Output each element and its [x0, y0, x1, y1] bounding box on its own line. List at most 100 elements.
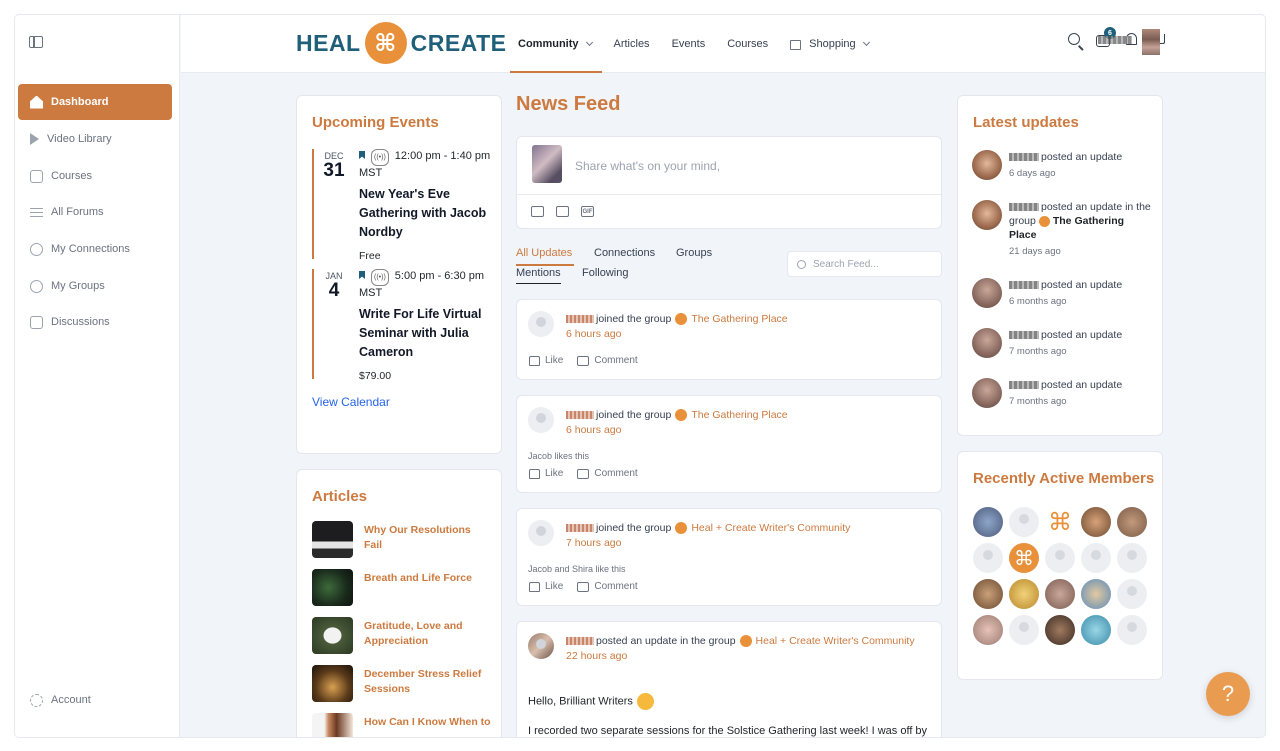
- avatar[interactable]: [972, 150, 1002, 180]
- sidebar-item-discussions[interactable]: Discussions: [18, 304, 172, 340]
- member-avatar[interactable]: [1081, 579, 1111, 609]
- member-avatar[interactable]: [1045, 579, 1075, 609]
- member-avatar[interactable]: [1117, 615, 1147, 645]
- member-avatar[interactable]: [1009, 579, 1039, 609]
- likes-summary[interactable]: Jacob likes this: [528, 451, 589, 461]
- composer-placeholder[interactable]: Share what's on your mind,: [575, 159, 720, 173]
- update-item[interactable]: posted an update 7 months ago: [972, 378, 1152, 418]
- member-avatar[interactable]: [973, 579, 1003, 609]
- tab-connections[interactable]: Connections: [594, 247, 655, 259]
- sidebar-item-dashboard[interactable]: Dashboard: [18, 84, 172, 120]
- user-name[interactable]: [1098, 36, 1132, 44]
- avatar[interactable]: [528, 311, 554, 337]
- nav-events[interactable]: Events: [672, 15, 706, 73]
- user-name[interactable]: [566, 637, 594, 646]
- user-name[interactable]: [1009, 153, 1039, 162]
- member-avatar[interactable]: [1081, 507, 1111, 537]
- update-time[interactable]: 21 days ago: [1009, 245, 1152, 259]
- event-item[interactable]: ((•)) 5:00 pm - 6:30 pm MST Write For Lif…: [359, 269, 491, 382]
- avatar[interactable]: [528, 407, 554, 433]
- member-avatar[interactable]: [1045, 543, 1075, 573]
- sidebar-toggle-icon[interactable]: [29, 36, 43, 48]
- nav-articles[interactable]: Articles: [614, 15, 650, 73]
- event-item[interactable]: ((•)) 12:00 pm - 1:40 pm MST New Year's E…: [359, 149, 491, 262]
- post-composer[interactable]: Share what's on your mind, GIF: [516, 136, 942, 229]
- update-item[interactable]: posted an update 7 months ago: [972, 328, 1152, 368]
- member-avatar[interactable]: [1117, 579, 1147, 609]
- like-button[interactable]: Like: [529, 581, 563, 592]
- comment-button[interactable]: Comment: [577, 468, 638, 479]
- update-time[interactable]: 6 months ago: [1009, 295, 1152, 309]
- update-item[interactable]: posted an update 6 months ago: [972, 278, 1152, 318]
- user-name[interactable]: [1009, 331, 1039, 340]
- article-item[interactable]: Breath and Life Force: [312, 569, 491, 609]
- likes-summary[interactable]: Jacob and Shira like this: [528, 564, 626, 574]
- sidebar-item-my-groups[interactable]: My Groups: [18, 268, 172, 304]
- nav-community[interactable]: Community: [510, 15, 601, 73]
- group-link[interactable]: The Gathering Place: [691, 313, 787, 325]
- event-title[interactable]: New Year's Eve Gathering with Jacob Nord…: [359, 185, 491, 242]
- member-avatar[interactable]: [1117, 507, 1147, 537]
- member-avatar[interactable]: [1009, 507, 1039, 537]
- event-title[interactable]: Write For Life Virtual Seminar with Juli…: [359, 305, 491, 362]
- user-name[interactable]: [566, 411, 594, 420]
- user-name[interactable]: [1009, 203, 1039, 212]
- avatar[interactable]: [972, 378, 1002, 408]
- view-calendar-link[interactable]: View Calendar: [312, 395, 390, 409]
- update-item[interactable]: posted an update in the group The Gatheri…: [972, 200, 1152, 257]
- comment-button[interactable]: Comment: [577, 581, 638, 592]
- update-item[interactable]: posted an update 6 days ago: [972, 150, 1152, 190]
- nav-shopping[interactable]: Shopping: [790, 15, 870, 73]
- sidebar-item-video-library[interactable]: Video Library: [18, 121, 172, 157]
- update-time[interactable]: 7 months ago: [1009, 345, 1152, 359]
- tab-groups[interactable]: Groups: [676, 247, 712, 259]
- article-item[interactable]: December Stress Relief Sessions: [312, 665, 491, 705]
- member-avatar[interactable]: [973, 507, 1003, 537]
- group-link[interactable]: Heal + Create Writer's Community: [756, 635, 915, 647]
- user-name[interactable]: [566, 315, 594, 324]
- update-time[interactable]: 7 months ago: [1009, 395, 1152, 409]
- member-avatar[interactable]: [1081, 615, 1111, 645]
- search-feed-input[interactable]: Search Feed...: [787, 251, 942, 277]
- member-avatar[interactable]: [973, 615, 1003, 645]
- update-time[interactable]: 6 days ago: [1009, 167, 1152, 181]
- avatar[interactable]: [972, 328, 1002, 358]
- avatar[interactable]: [972, 200, 1002, 230]
- like-button[interactable]: Like: [529, 468, 563, 479]
- article-item[interactable]: How Can I Know When to: [312, 713, 491, 737]
- member-avatar[interactable]: [1117, 543, 1147, 573]
- post-time[interactable]: 6 hours ago: [566, 424, 621, 436]
- tab-mentions[interactable]: Mentions: [516, 267, 561, 284]
- gif-icon[interactable]: GIF: [581, 206, 594, 217]
- group-link[interactable]: Heal + Create Writer's Community: [691, 522, 850, 534]
- avatar[interactable]: [528, 520, 554, 546]
- user-name[interactable]: [1009, 381, 1039, 390]
- member-avatar[interactable]: ⌘: [1009, 543, 1039, 573]
- article-item[interactable]: Gratitude, Love and Appreciation: [312, 617, 491, 657]
- member-avatar[interactable]: [1009, 615, 1039, 645]
- tab-all-updates[interactable]: All Updates: [516, 247, 575, 266]
- sidebar-item-all-forums[interactable]: All Forums: [18, 194, 172, 230]
- camera-icon[interactable]: [531, 206, 544, 217]
- sidebar-item-courses[interactable]: Courses: [18, 158, 172, 194]
- search-icon[interactable]: [1068, 33, 1080, 45]
- member-avatar[interactable]: [1045, 615, 1075, 645]
- user-name[interactable]: [1009, 281, 1039, 290]
- attachment-icon[interactable]: [556, 206, 569, 217]
- post-time[interactable]: 22 hours ago: [566, 650, 627, 662]
- sidebar-item-account[interactable]: Account: [18, 682, 172, 718]
- member-avatar[interactable]: [973, 543, 1003, 573]
- post-time[interactable]: 7 hours ago: [566, 537, 621, 549]
- avatar[interactable]: [528, 633, 554, 659]
- help-button[interactable]: ?: [1206, 672, 1250, 716]
- comment-button[interactable]: Comment: [577, 355, 638, 366]
- tab-following[interactable]: Following: [582, 267, 628, 279]
- sidebar-item-my-connections[interactable]: My Connections: [18, 231, 172, 267]
- user-name[interactable]: [566, 524, 594, 533]
- article-item[interactable]: Why Our Resolutions Fail: [312, 521, 491, 561]
- logo[interactable]: HEAL ⌘ CREATE: [296, 21, 506, 65]
- nav-courses[interactable]: Courses: [727, 15, 768, 73]
- post-time[interactable]: 6 hours ago: [566, 328, 621, 340]
- avatar[interactable]: [972, 278, 1002, 308]
- like-button[interactable]: Like: [529, 355, 563, 366]
